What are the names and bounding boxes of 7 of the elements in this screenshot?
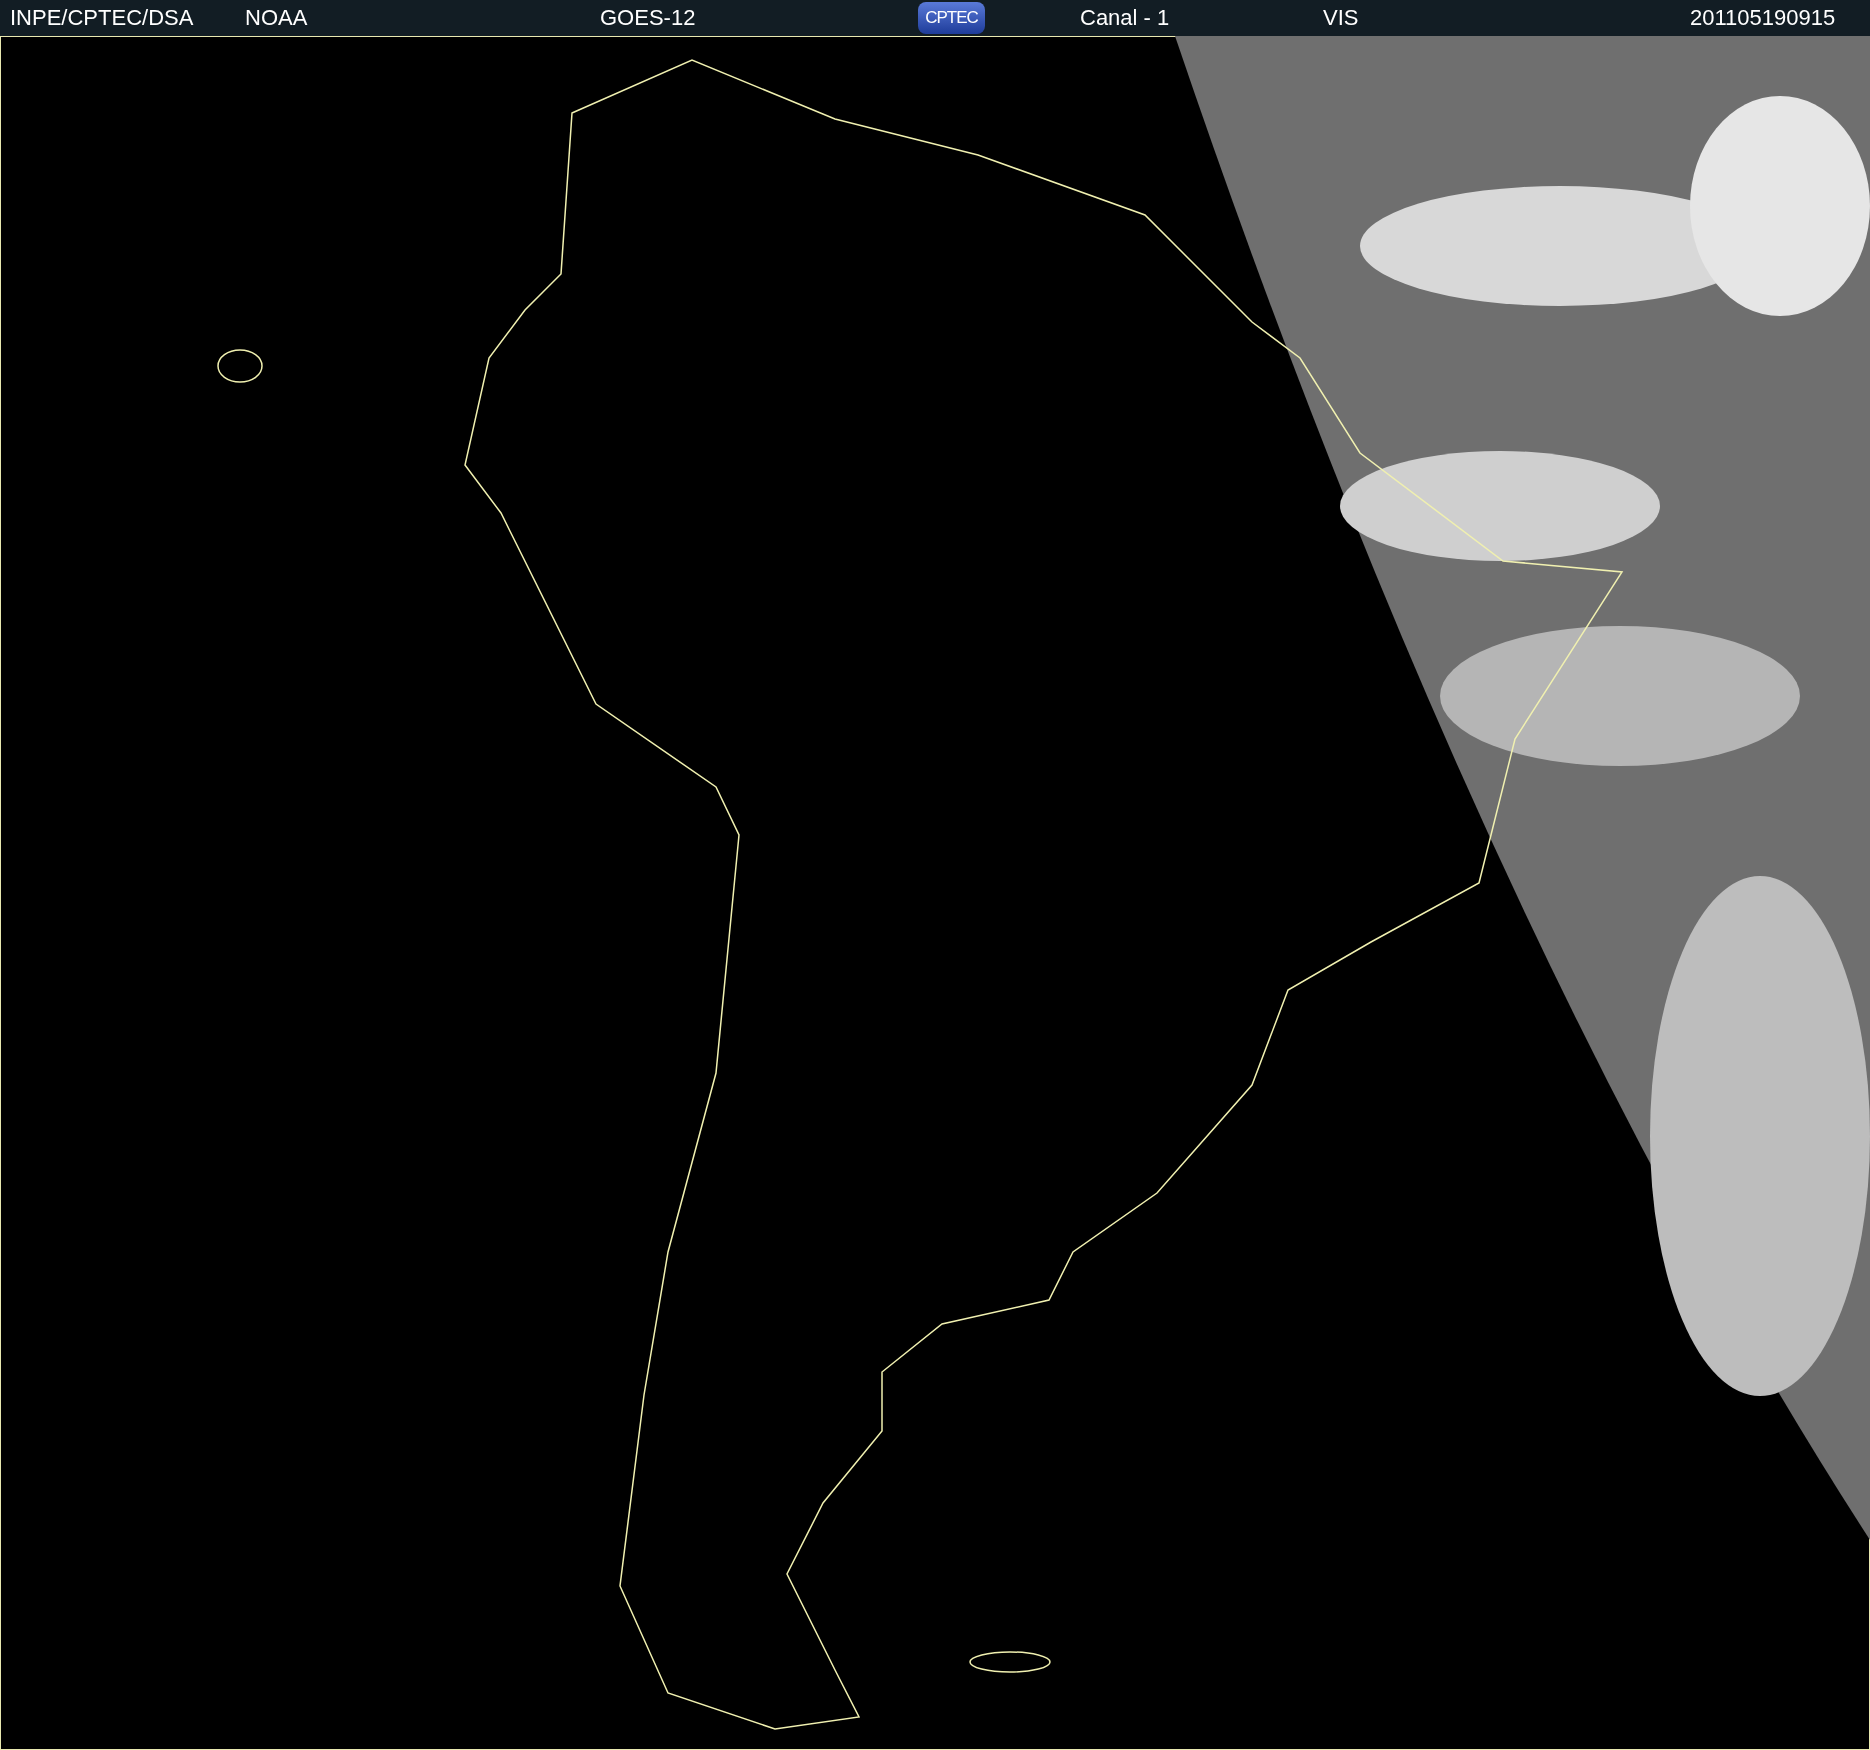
header-label: GOES-12 bbox=[600, 5, 696, 31]
header-label: 201105190915 bbox=[1690, 5, 1836, 31]
header-label: INPE/CPTEC/DSA bbox=[10, 5, 194, 31]
header-label: VIS bbox=[1323, 5, 1359, 31]
logo: CPTEC bbox=[918, 2, 985, 34]
header-label: Canal - 1 bbox=[1080, 5, 1170, 31]
header-label: NOAA bbox=[245, 5, 308, 31]
